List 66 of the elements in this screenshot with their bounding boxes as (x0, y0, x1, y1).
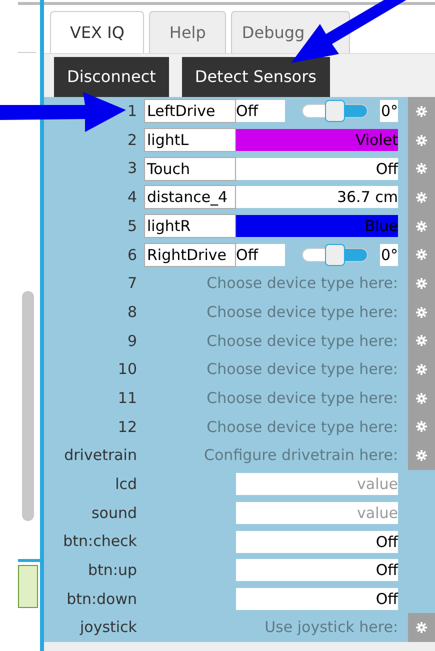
port-label: 12 (116, 416, 137, 438)
slider-thumb[interactable] (325, 100, 345, 122)
placeholder-text: Use joystick here: (264, 617, 398, 638)
settings-icon[interactable] (416, 335, 427, 346)
value-field: Off (236, 158, 398, 180)
angle-value: 0° (380, 100, 398, 122)
placeholder-text: Configure drivetrain here: (204, 445, 398, 466)
placeholder-text: Choose device type here: (206, 388, 398, 409)
settings-icon[interactable] (416, 450, 427, 462)
slider-thumb[interactable] (325, 244, 345, 266)
state-field[interactable]: Off (236, 100, 285, 122)
port-label: btn:up (87, 560, 137, 582)
tab[interactable]: Help (149, 11, 226, 53)
port-label: joystick (78, 617, 137, 638)
placeholder-text: Choose device type here: (206, 416, 398, 438)
settings-icon[interactable] (416, 364, 427, 376)
port-label: sound (90, 502, 137, 524)
angle-value: 0° (380, 244, 398, 266)
placeholder-text: Choose device type here: (206, 273, 398, 294)
name-field[interactable]: RightDrive (144, 242, 236, 267)
value-field: 36.7 cm (236, 186, 398, 208)
name-field[interactable]: lightR (144, 214, 236, 238)
settings-icon[interactable] (416, 192, 427, 203)
settings-icon[interactable] (416, 220, 427, 232)
port-label: btn:down (66, 588, 137, 610)
value-field: Violet (236, 129, 398, 152)
port-label: 9 (126, 330, 137, 352)
settings-icon[interactable] (416, 622, 427, 634)
settings-icon[interactable] (416, 134, 427, 146)
name-field[interactable]: Touch (144, 156, 236, 181)
value-field: Blue (236, 215, 398, 238)
action-button[interactable]: Detect Sensors (182, 57, 330, 97)
settings-icon[interactable] (416, 278, 427, 289)
settings-icon[interactable] (416, 106, 427, 117)
value-field[interactable]: Off (236, 588, 398, 610)
port-label: 4 (126, 187, 137, 208)
settings-icon[interactable] (416, 306, 427, 318)
port-label: btn:check (62, 531, 137, 552)
port-label: 11 (116, 388, 137, 409)
status-box (18, 565, 38, 608)
settings-icon[interactable] (416, 163, 427, 174)
port-label: 10 (116, 359, 137, 380)
name-field[interactable]: lightL (144, 128, 236, 152)
port-label: 8 (126, 302, 137, 323)
placeholder-text: Choose device type here: (206, 359, 398, 380)
port-label: lcd (114, 474, 137, 496)
name-field[interactable]: distance_4 (144, 185, 236, 210)
settings-icon[interactable] (416, 392, 427, 404)
port-label: 3 (126, 158, 137, 180)
placeholder-text: Choose device type here: (206, 302, 398, 323)
port-label: 2 (126, 130, 137, 151)
value-field[interactable]: Off (236, 530, 398, 553)
port-label: 6 (126, 244, 137, 266)
placeholder-text: Choose device type here: (206, 330, 398, 352)
settings-icon[interactable] (416, 421, 427, 432)
action-button[interactable]: Disconnect (54, 57, 169, 97)
value-field[interactable]: Off (236, 559, 398, 582)
state-field[interactable]: Off (236, 244, 285, 266)
port-label: 5 (126, 216, 137, 237)
scrollbar[interactable] (22, 291, 34, 521)
port-label: 7 (126, 273, 137, 294)
port-label: 1 (126, 101, 137, 122)
port-label: drivetrain (63, 445, 137, 466)
tab[interactable]: VEX IQ (50, 11, 144, 53)
settings-icon[interactable] (416, 249, 427, 260)
name-field[interactable]: LeftDrive (144, 99, 236, 124)
